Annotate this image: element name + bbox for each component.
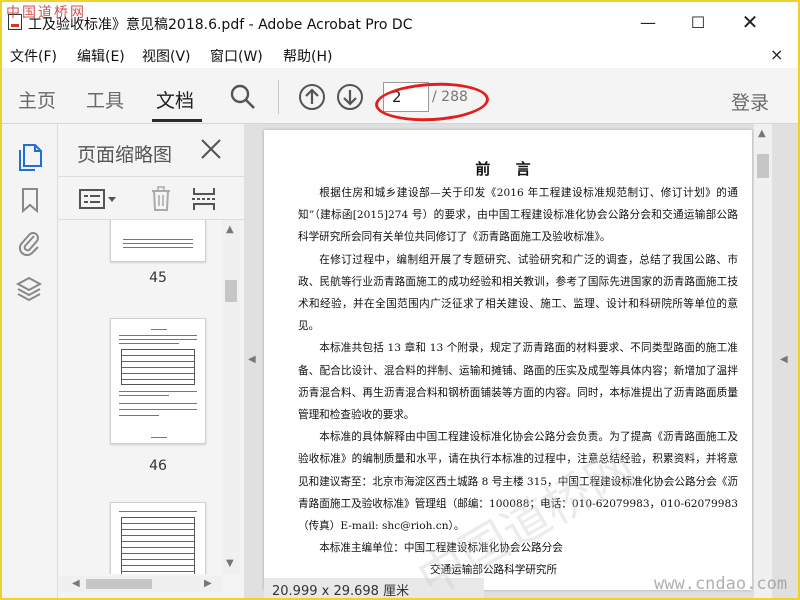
doc-scroll-up-icon[interactable]: ▲ <box>758 128 766 139</box>
scroll-up-icon[interactable]: ▲ <box>226 224 234 235</box>
thumbnail-options-icon[interactable] <box>78 187 118 211</box>
expand-right-panel-icon[interactable]: ◀ <box>780 354 788 365</box>
paragraph: 根据住房和城乡建设部—关于印发《2016 年工程建设标准规范制订、修订计划》的通… <box>298 187 738 244</box>
page-size-status: 20.999 x 29.698 厘米 <box>264 578 484 598</box>
minimize-button[interactable]: — <box>626 8 670 36</box>
thumbnail-scrollbar[interactable]: ▲ ▼ <box>222 220 240 574</box>
delete-icon[interactable] <box>148 185 174 213</box>
thumbnail-tools <box>58 176 244 220</box>
previous-page-icon[interactable] <box>297 82 327 112</box>
paragraph: 在修订过程中，编制组开展了专题研究、试验研究和广泛的调查，总结了我国公路、市政、… <box>298 253 738 333</box>
search-icon[interactable] <box>228 82 258 112</box>
tab-home[interactable]: 主页 <box>18 86 56 113</box>
close-document-button[interactable]: × <box>770 45 783 64</box>
next-page-icon[interactable] <box>335 82 365 112</box>
page-number-input[interactable] <box>383 82 429 112</box>
thumbnail-list[interactable]: 45 46 <box>58 220 222 574</box>
menu-help[interactable]: 帮助(H) <box>283 46 332 66</box>
panel-title: 页面缩略图 <box>77 144 173 166</box>
close-window-button[interactable]: ✕ <box>728 8 772 36</box>
page-thumbnail-47[interactable] <box>110 502 206 574</box>
tab-document[interactable]: 文档 <box>156 86 194 113</box>
menu-edit[interactable]: 编辑(E) <box>77 46 125 66</box>
insert-page-icon[interactable] <box>190 185 218 213</box>
document-heading: 前 言 <box>475 160 541 178</box>
login-button[interactable]: 登录 <box>731 88 769 115</box>
bookmark-icon[interactable] <box>18 186 42 214</box>
page-total: / 288 <box>432 89 468 105</box>
page-thumbnail-45[interactable] <box>110 220 206 262</box>
menu-view[interactable]: 视图(V) <box>142 46 191 66</box>
thumbnail-label-46: 46 <box>149 458 167 474</box>
scrollbar-thumb[interactable] <box>225 280 237 302</box>
menu-window[interactable]: 窗口(W) <box>210 46 263 66</box>
document-view[interactable]: ◀ 前 言 根据住房和城乡建设部—关于印发《2016 年工程建设标准规范制订、修… <box>244 124 798 598</box>
scroll-left-icon[interactable]: ◀ <box>72 578 80 589</box>
thumbnails-panel: 页面缩略图 45 46 ▲ ▼ ◀ ▶ <box>58 124 244 598</box>
document-scrollbar[interactable]: ▲ <box>754 124 772 598</box>
collapse-left-panel-icon[interactable]: ◀ <box>248 354 256 365</box>
thumbnail-hscrollbar[interactable]: ◀ ▶ <box>58 576 222 592</box>
layers-icon[interactable] <box>15 274 43 304</box>
close-panel-icon[interactable] <box>198 136 224 162</box>
paragraph: 本标准共包括 13 章和 13 个附录，规定了沥青路面的材料要求、不同类型路面的… <box>298 342 738 422</box>
pdf-page: 前 言 根据住房和城乡建设部—关于印发《2016 年工程建设标准规范制订、修订计… <box>264 130 752 590</box>
active-tab-indicator <box>152 119 202 122</box>
menu-file[interactable]: 文件(F) <box>10 46 57 66</box>
page-thumbnails-icon[interactable] <box>16 142 44 172</box>
paragraph: 本标准的具体解释由中国工程建设标准化协会公路分会负责。为了提高《沥青路面施工及验… <box>298 431 738 533</box>
doc-scrollbar-thumb[interactable] <box>757 154 769 178</box>
tab-tools[interactable]: 工具 <box>86 86 124 113</box>
main-toolbar: 主页 工具 文档 / 288 登录 <box>2 68 798 124</box>
scroll-right-icon[interactable]: ▶ <box>204 578 212 589</box>
scroll-down-icon[interactable]: ▼ <box>226 558 234 569</box>
menu-bar: 文件(F) 编辑(E) 视图(V) 窗口(W) 帮助(H) × <box>2 42 798 68</box>
title-bar: 中国道桥网 工及验收标准》意见稿2018.6.pdf - Adobe Acrob… <box>2 2 798 42</box>
navigation-rail <box>2 124 58 598</box>
window-title: 工及验收标准》意见稿2018.6.pdf - Adobe Acrobat Pro… <box>28 17 413 33</box>
page-thumbnail-46[interactable] <box>110 318 206 444</box>
maximize-button[interactable]: ☐ <box>676 8 720 36</box>
document-body: 根据住房和城乡建设部—关于印发《2016 年工程建设标准规范制订、修订计划》的通… <box>298 182 738 582</box>
attachment-icon[interactable] <box>16 228 42 256</box>
toolbar-separator <box>278 80 279 114</box>
thumbnail-label-45: 45 <box>149 270 167 286</box>
paragraph: 本标准主编单位：中国工程建设标准化协会公路分会 <box>319 542 563 555</box>
hscrollbar-thumb[interactable] <box>86 579 152 589</box>
